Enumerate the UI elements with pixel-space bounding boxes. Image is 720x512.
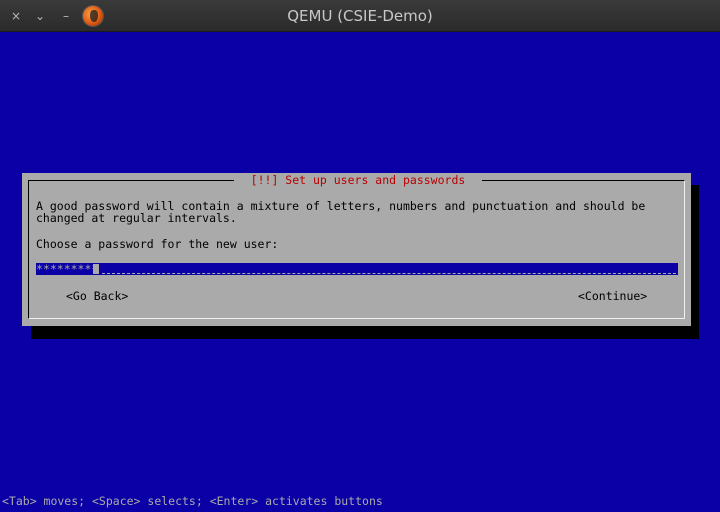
window-title: QEMU (CSIE-Demo) <box>287 7 433 25</box>
password-field[interactable]: ********* <box>36 263 678 275</box>
continue-button[interactable]: <Continue> <box>578 289 647 303</box>
text-cursor <box>93 264 99 274</box>
key-help-status-bar: <Tab> moves; <Space> selects; <Enter> ac… <box>2 494 383 508</box>
help-text-line-2: changed at regular intervals. <box>36 211 237 225</box>
password-prompt: Choose a password for the new user: <box>36 237 279 251</box>
window-titlebar: × ⌄ – QEMU (CSIE-Demo) <box>0 0 720 32</box>
dialog-title: [!!] Set up users and passwords <box>234 173 482 187</box>
go-back-button[interactable]: <Go Back> <box>66 289 128 303</box>
password-masked-value: ********* <box>36 262 99 276</box>
field-fill-underscores <box>102 273 676 274</box>
